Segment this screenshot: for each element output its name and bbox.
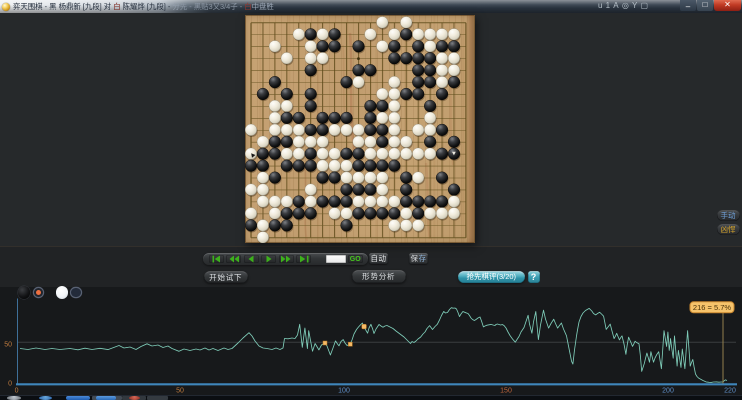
svg-text:0: 0: [15, 388, 19, 395]
svg-text:50: 50: [4, 342, 12, 349]
svg-text:220: 220: [724, 388, 736, 395]
svg-text:216 = 5.7%: 216 = 5.7%: [693, 303, 731, 312]
svg-text:50: 50: [176, 388, 184, 395]
svg-text:200: 200: [662, 388, 674, 395]
svg-text:0: 0: [8, 381, 12, 388]
svg-text:100: 100: [338, 388, 350, 395]
svg-text:150: 150: [500, 388, 512, 395]
